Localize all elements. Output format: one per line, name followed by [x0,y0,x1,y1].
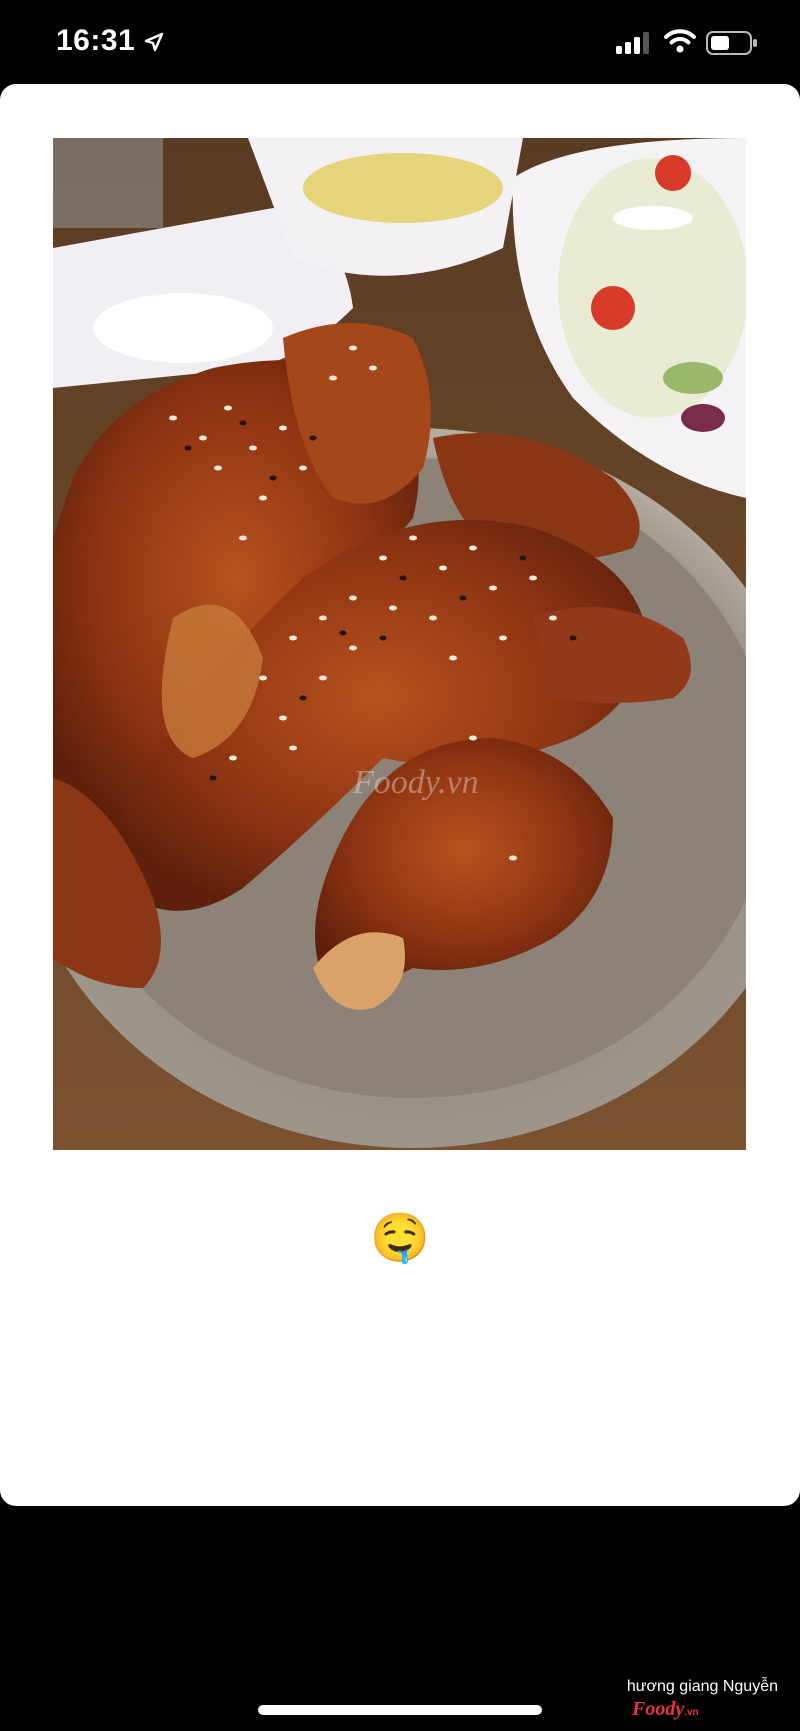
post-card: Foody.vn 🤤 [0,84,800,1506]
cellular-signal-icon [616,32,649,54]
foody-logo: Foody.vn [632,1698,699,1721]
food-photo[interactable]: Foody.vn [53,138,746,1150]
author-name: hương giang Nguyễn [626,1678,778,1695]
watermark: Foody.vn [352,764,479,801]
status-time: 16:31 [56,24,136,57]
wifi-icon [664,29,696,53]
food-photo-illustration: Foody.vn [53,138,746,1150]
home-indicator[interactable] [258,1705,542,1715]
brand-suffix: .vn [684,1707,699,1718]
location-arrow-icon [144,32,164,52]
battery-icon [706,31,757,55]
status-bar: 16:31 [0,0,800,84]
caption-emoji: 🤤 [370,1210,430,1266]
brand-name: Foody [632,1698,685,1720]
